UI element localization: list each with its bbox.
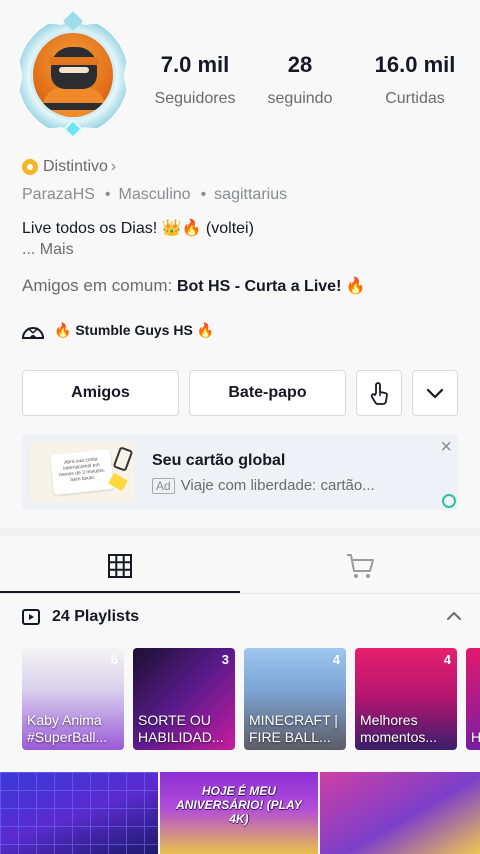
ad-thumbnail-card: Abra sua conta internacional em menos de… xyxy=(50,448,114,496)
playlist-icon xyxy=(22,609,40,625)
zodiac-sign: sagittarius xyxy=(214,186,288,203)
info-icon[interactable] xyxy=(442,494,456,508)
following-label: seguindo xyxy=(267,90,333,107)
followers-stat[interactable]: 7.0 mil Seguidores xyxy=(140,52,250,108)
playlists-count: 24 Playlists xyxy=(52,608,140,625)
bio-more-link[interactable]: ... Mais xyxy=(22,241,74,259)
more-options-button[interactable] xyxy=(412,370,458,416)
hand-pointer-icon xyxy=(370,382,388,405)
playlist-card[interactable]: 3 SORTE OU HABILIDAD... xyxy=(133,648,235,750)
ad-thumbnail-text: Abra sua conta internacional em menos de… xyxy=(58,456,106,484)
separator-dot: • xyxy=(200,186,207,203)
mutual-friends-label: Amigos em comum: xyxy=(22,276,177,295)
avatar-ninja-headband xyxy=(49,57,99,65)
gender: Masculino xyxy=(118,186,191,203)
playlist-card[interactable]: 4 Melhores momentos... xyxy=(355,648,457,750)
bio-more-label: Mais xyxy=(39,241,74,258)
tab-videos[interactable] xyxy=(0,540,240,592)
live-community-link[interactable]: 🔥 Stumble Guys HS 🔥 xyxy=(22,320,214,340)
video-caption: HOJE É MEU ANIVERSÁRIO! (PLAY 4K) xyxy=(176,784,302,826)
profile-tabs xyxy=(0,540,480,594)
profile-meta: ParazaHS • Masculino • sagittarius xyxy=(22,186,287,204)
playlist-title: H # xyxy=(471,729,480,745)
ad-title: Seu cartão global xyxy=(152,452,286,469)
playlist-video-count: 4 xyxy=(332,652,340,667)
section-divider xyxy=(0,528,480,536)
video-thumbnail-art xyxy=(0,772,158,854)
badge-label: Distintivo xyxy=(43,158,108,175)
playlists-row: 6 Kaby Anima #SuperBall... 3 SORTE OU HA… xyxy=(22,648,480,750)
badge-icon xyxy=(22,159,38,175)
bio-text: Live todos os Dias! 👑🔥 (voltei) xyxy=(22,220,254,237)
badge-link[interactable]: Distintivo › xyxy=(22,158,116,176)
likes-count: 16.0 mil xyxy=(374,52,456,77)
close-icon[interactable]: × xyxy=(440,436,452,459)
username: ParazaHS xyxy=(22,186,95,203)
tabs-divider xyxy=(0,593,480,594)
chevron-up-icon[interactable] xyxy=(446,610,462,622)
playlist-title: Melhores momentos... xyxy=(360,712,438,745)
video-grid: HOJE É MEU ANIVERSÁRIO! (PLAY 4K) xyxy=(0,772,480,854)
chevron-down-icon xyxy=(426,388,444,399)
followers-count: 7.0 mil xyxy=(160,52,230,77)
mutual-friends[interactable]: Amigos em comum: Bot HS - Curta a Live! … xyxy=(22,276,366,296)
live-community-label: 🔥 Stumble Guys HS 🔥 xyxy=(54,321,215,338)
ad-phone-icon xyxy=(112,446,134,472)
bio-ellipsis: ... xyxy=(22,241,40,258)
separator-dot: • xyxy=(104,186,111,203)
tab-shop[interactable] xyxy=(240,540,480,592)
friends-button[interactable]: Amigos xyxy=(22,370,179,416)
playlists-header[interactable]: 24 Playlists xyxy=(22,608,462,626)
ad-banner[interactable]: Abra sua conta internacional em menos de… xyxy=(22,434,458,510)
mutual-friends-names: Bot HS - Curta a Live! 🔥 xyxy=(176,278,366,295)
shopping-cart-icon xyxy=(347,554,374,578)
video-thumbnail[interactable] xyxy=(320,772,480,854)
playlist-card[interactable]: 6 Kaby Anima #SuperBall... xyxy=(22,648,124,750)
playlist-title: SORTE OU HABILIDAD... xyxy=(138,712,224,745)
ad-thumbnail: Abra sua conta internacional em menos de… xyxy=(30,442,134,502)
profile-stats: 7.0 mil Seguidores 28 seguindo 16.0 mil … xyxy=(140,52,480,108)
profile-avatar[interactable] xyxy=(16,11,130,140)
following-stat[interactable]: 28 seguindo xyxy=(250,52,350,108)
poke-button[interactable] xyxy=(356,370,402,416)
chat-button[interactable]: Bate-papo xyxy=(189,370,346,416)
playlist-video-count: 4 xyxy=(443,652,451,667)
video-thumbnail[interactable]: HOJE É MEU ANIVERSÁRIO! (PLAY 4K) xyxy=(160,772,318,854)
likes-stat[interactable]: 16.0 mil Curtidas xyxy=(360,52,470,108)
ad-subtitle-row: Ad Viaje com liberdade: cartão... xyxy=(152,477,375,494)
playlist-card[interactable]: 4 MINECRAFT | FIRE BALL... xyxy=(244,648,346,750)
playlist-video-count: 3 xyxy=(221,652,229,667)
followers-label: Seguidores xyxy=(154,90,236,107)
likes-label: Curtidas xyxy=(385,90,445,107)
playlist-title: MINECRAFT | FIRE BALL... xyxy=(249,712,338,745)
avatar-ninja-belt xyxy=(43,103,105,110)
grid-icon xyxy=(108,554,132,578)
avatar-ninja-eyes xyxy=(59,67,89,73)
avatar-image xyxy=(30,30,116,120)
ad-subtitle: Viaje com liberdade: cartão... xyxy=(180,477,375,494)
ad-tag: Ad xyxy=(152,477,175,494)
igloo-icon xyxy=(22,327,44,339)
playlist-video-count: 6 xyxy=(110,652,118,667)
chevron-right-icon: › xyxy=(110,158,117,175)
following-count: 28 xyxy=(287,52,313,77)
playlist-card[interactable]: H # xyxy=(466,648,480,750)
video-thumbnail[interactable] xyxy=(0,772,158,854)
playlist-title: Kaby Anima #SuperBall... xyxy=(27,712,108,745)
